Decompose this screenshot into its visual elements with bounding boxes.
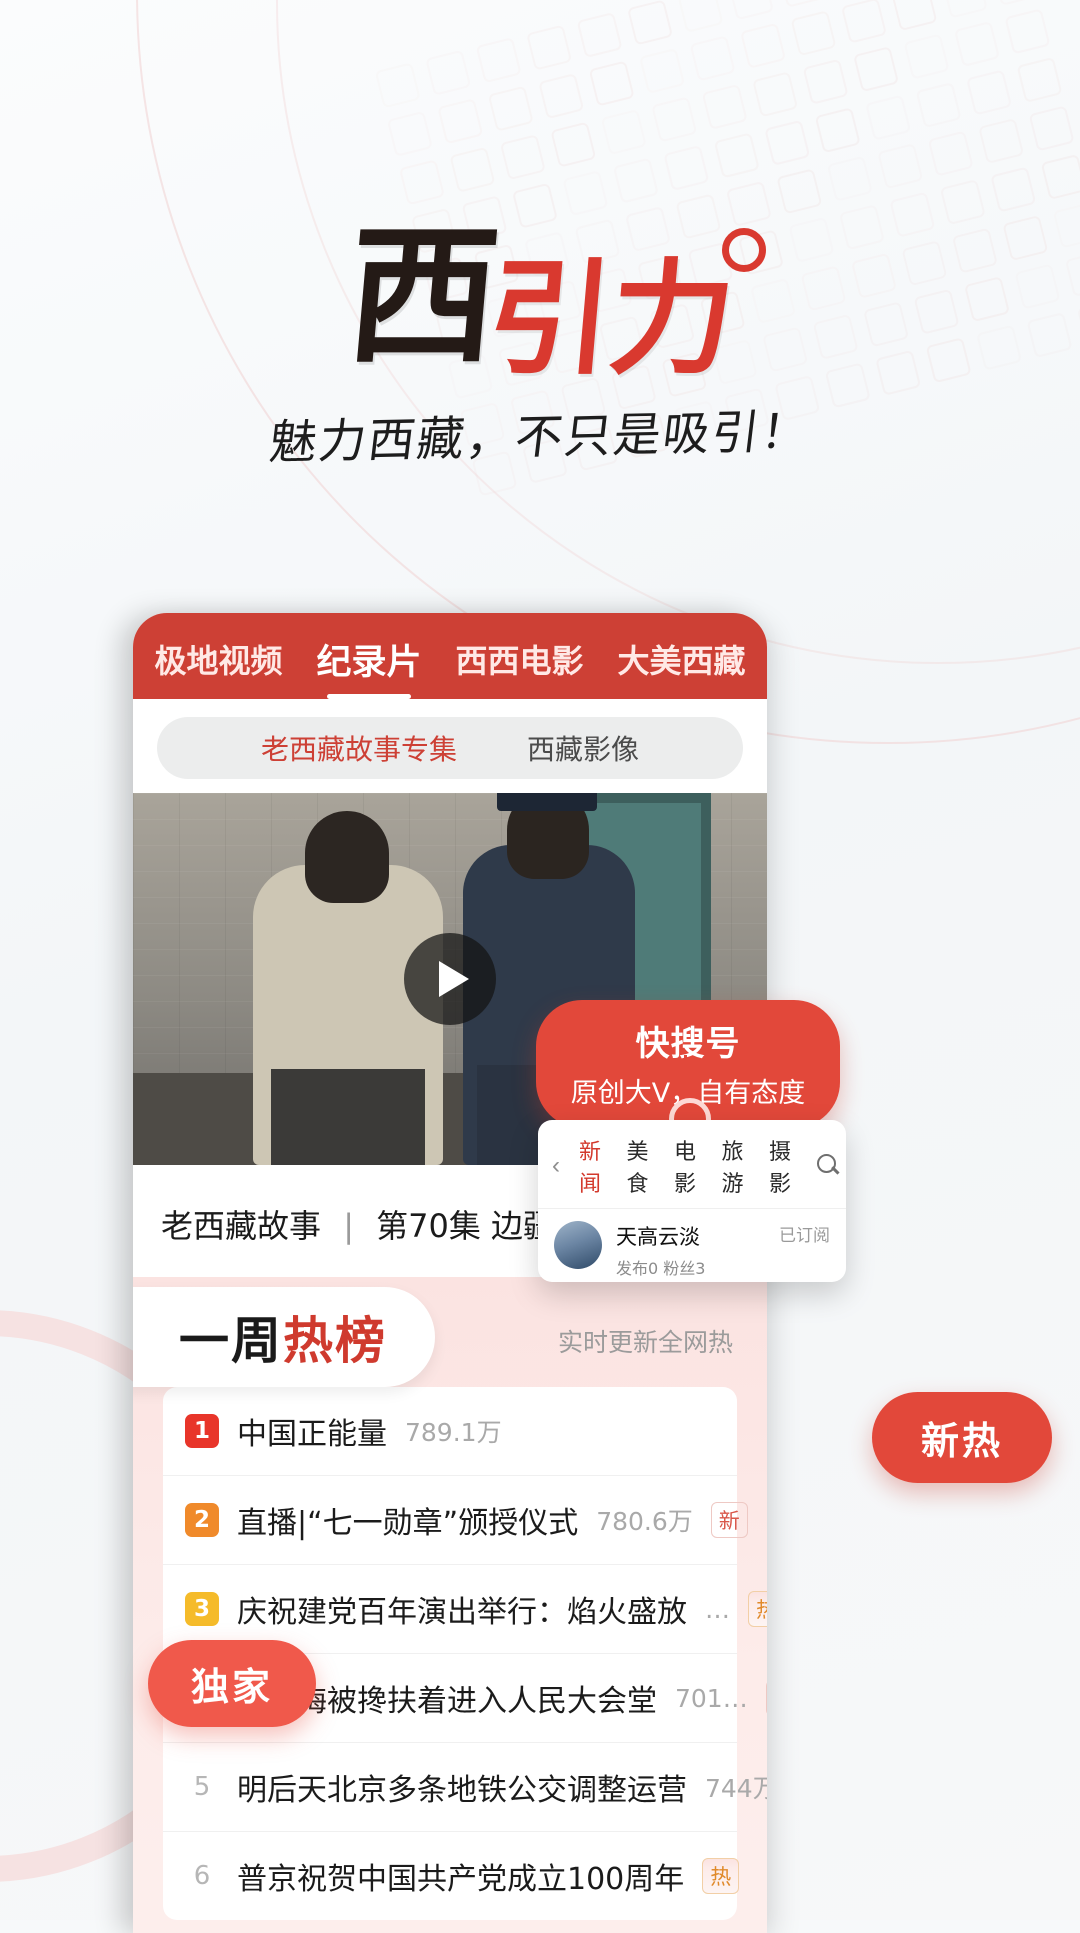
logo-red-chars: 引力	[481, 248, 739, 392]
sub-tabs-pill: 老西藏故事专集 西藏影像	[157, 717, 743, 779]
nav-tab-dameixizang[interactable]: 大美西藏	[618, 636, 746, 682]
callout-dujia: 独家	[148, 1640, 316, 1727]
callout-xinre: 新热	[872, 1392, 1052, 1483]
status-badge: 新	[710, 1502, 748, 1538]
hot-list-header: 一周热榜 实时更新全网热	[133, 1277, 767, 1387]
mini-tab-dianying[interactable]: 电影	[674, 1134, 703, 1198]
brand-logo-block: 西引力 魅力西藏，不只是吸引！	[0, 210, 1080, 471]
row-title: 中国正能量	[237, 1417, 387, 1452]
rank-badge: 6	[193, 1861, 211, 1891]
brand-logo: 西引力	[340, 210, 767, 392]
status-badge: 新	[765, 1680, 767, 1716]
rank-badge: 1	[185, 1414, 219, 1448]
row-count: 701…	[675, 1683, 748, 1713]
nav-tab-xixidianying[interactable]: 西西电影	[456, 636, 584, 682]
video-caption-divider: |	[343, 1207, 354, 1245]
row-count: 789.1万	[405, 1418, 502, 1447]
row-title: 庆祝建党百年演出举行：焰火盛放	[237, 1595, 687, 1630]
status-badge: 热	[748, 1591, 767, 1627]
mini-card-user-row[interactable]: 天高云淡 发布0 粉丝3 媒体人。 已订阅	[538, 1208, 846, 1282]
callout-kuaisou-title: 快搜号	[635, 1024, 741, 1064]
row-title: 普京祝贺中国共产党成立100周年	[237, 1862, 685, 1897]
mini-card-tabs: ‹ 新闻 美食 电影 旅游 摄影	[538, 1120, 846, 1208]
row-title: 明后天北京多条地铁公交调整运营	[237, 1773, 687, 1808]
nav-tab-jilupian[interactable]: 纪录片	[316, 634, 422, 699]
table-row[interactable]: 2 直播|“七一勋章”颁授仪式 780.6万新	[163, 1476, 748, 1565]
user-name: 天高云淡	[616, 1225, 700, 1249]
subscribe-state[interactable]: 已订阅	[779, 1221, 830, 1282]
rank-badge: 3	[185, 1592, 219, 1626]
nav-tab-jidishipin[interactable]: 极地视频	[154, 636, 282, 682]
degree-circle-icon	[722, 228, 767, 272]
row-count: 780.6万	[596, 1507, 693, 1536]
hot-title-part2: 热榜	[283, 1312, 387, 1370]
mini-tab-meishi[interactable]: 美食	[627, 1134, 656, 1198]
chevron-left-icon[interactable]: ‹	[552, 1152, 560, 1180]
app-sub-tabs: 老西藏故事专集 西藏影像	[133, 699, 767, 793]
video-figure-left	[253, 811, 443, 1165]
status-badge: 热	[702, 1858, 740, 1894]
user-bio: 媒体人。	[616, 1281, 705, 1282]
sub-tab-xizangyingxiang[interactable]: 西藏影像	[527, 728, 639, 768]
hot-list-subtitle: 实时更新全网热	[557, 1328, 733, 1357]
logo-dark-char: 西	[340, 210, 502, 384]
hot-list-section: 一周热榜 实时更新全网热 1 中国正能量 789.1万 2 直播|“七一勋章”颁授仪式 7…	[133, 1277, 767, 1933]
row-count: …	[705, 1594, 730, 1624]
rank-badge: 5	[193, 1772, 211, 1802]
sub-tab-laoxizang[interactable]: 老西藏故事专集	[261, 728, 457, 768]
brand-tagline: 魅力西藏，不只是吸引！	[265, 404, 813, 471]
mini-tab-xinwen[interactable]: 新闻	[579, 1134, 608, 1198]
search-icon[interactable]	[816, 1154, 835, 1178]
row-count: 744万	[705, 1774, 767, 1803]
play-icon[interactable]	[404, 933, 496, 1025]
app-top-nav: 极地视频 纪录片 西西电影 大美西藏	[133, 613, 767, 699]
mini-tab-lvyou[interactable]: 旅游	[722, 1134, 751, 1198]
video-caption-title: 老西藏故事	[161, 1207, 322, 1245]
table-row[interactable]: 6 普京祝贺中国共产党成立100周年热	[163, 1832, 740, 1920]
mini-tab-sheying[interactable]: 摄影	[769, 1134, 798, 1198]
avatar	[554, 1221, 602, 1269]
table-row[interactable]: 1 中国正能量 789.1万	[163, 1387, 737, 1476]
rank-badge: 2	[185, 1503, 219, 1537]
hot-title-part1: 一周	[179, 1312, 283, 1370]
kuaisou-mini-card: ‹ 新闻 美食 电影 旅游 摄影 天高云淡 发布0 粉丝3 媒体人。 已订阅	[538, 1120, 846, 1282]
user-stats: 发布0 粉丝3	[616, 1259, 706, 1278]
table-row[interactable]: 5 明后天北京多条地铁公交调整运营 744万	[163, 1743, 767, 1832]
hot-list-title: 一周热榜	[133, 1287, 435, 1387]
row-title: 直播|“七一勋章”颁授仪式	[237, 1506, 579, 1541]
